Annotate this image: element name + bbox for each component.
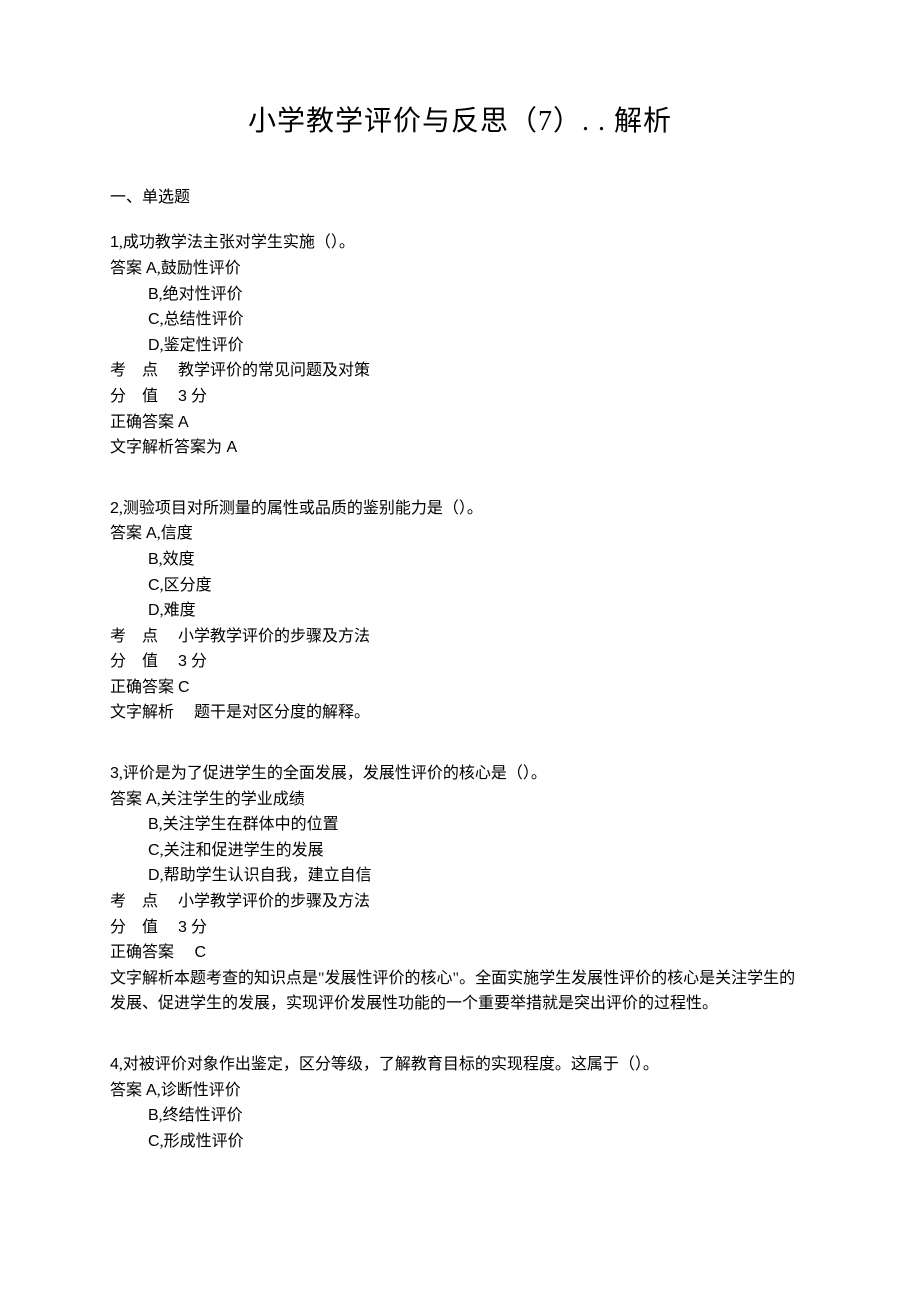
option-c: C,形成性评价 <box>110 1129 810 1155</box>
question-block: 4,对被评价对象作出鉴定，区分等级，了解教育目标的实现程度。这属于（）。 答案 … <box>110 1052 810 1154</box>
option-b: B,绝对性评价 <box>110 282 810 308</box>
question-block: 1,成功教学法主张对学生实施（）。 答案 A,鼓励性评价 B,绝对性评价 C,总… <box>110 230 810 460</box>
correct-answer-row: 正确答案 A <box>110 410 810 436</box>
analysis-row: 文字解析 题干是对区分度的解释。 <box>110 700 810 726</box>
option-d: D,难度 <box>110 598 810 624</box>
question-text: 4,对被评价对象作出鉴定，区分等级，了解教育目标的实现程度。这属于（）。 <box>110 1052 810 1078</box>
option-a: 答案 A,鼓励性评价 <box>110 256 810 282</box>
option-a: 答案 A,信度 <box>110 521 810 547</box>
option-d: D,帮助学生认识自我，建立自信 <box>110 863 810 889</box>
option-a: 答案 A,诊断性评价 <box>110 1078 810 1104</box>
option-c: C,关注和促进学生的发展 <box>110 838 810 864</box>
score-row: 分 值 3 分 <box>110 384 810 410</box>
question-block: 3,评价是为了促进学生的全面发展，发展性评价的核心是（）。 答案 A,关注学生的… <box>110 761 810 1017</box>
exam-point-row: 考 点 教学评价的常见问题及对策 <box>110 358 810 384</box>
correct-answer-row: 正确答案 C <box>110 675 810 701</box>
option-b: B,终结性评价 <box>110 1103 810 1129</box>
question-block: 2,测验项目对所测量的属性或品质的鉴别能力是（）。 答案 A,信度 B,效度 C… <box>110 496 810 726</box>
exam-point-row: 考 点 小学教学评价的步骤及方法 <box>110 624 810 650</box>
exam-point-row: 考 点 小学教学评价的步骤及方法 <box>110 889 810 915</box>
option-b: B,关注学生在群体中的位置 <box>110 812 810 838</box>
question-text: 3,评价是为了促进学生的全面发展，发展性评价的核心是（）。 <box>110 761 810 787</box>
analysis-row: 文字解析本题考查的知识点是"发展性评价的核心"。全面实施学生发展性评价的核心是关… <box>110 966 810 1017</box>
score-row: 分 值 3 分 <box>110 915 810 941</box>
document-title: 小学教学评价与反思（7）. . 解析 <box>110 100 810 145</box>
option-c: C,区分度 <box>110 573 810 599</box>
analysis-row: 文字解析答案为 A <box>110 435 810 461</box>
question-text: 2,测验项目对所测量的属性或品质的鉴别能力是（）。 <box>110 496 810 522</box>
section-header: 一、单选题 <box>110 185 810 211</box>
question-text: 1,成功教学法主张对学生实施（）。 <box>110 230 810 256</box>
score-row: 分 值 3 分 <box>110 649 810 675</box>
option-d: D,鉴定性评价 <box>110 333 810 359</box>
correct-answer-row: 正确答案 C <box>110 940 810 966</box>
option-c: C,总结性评价 <box>110 307 810 333</box>
option-a: 答案 A,关注学生的学业成绩 <box>110 787 810 813</box>
option-b: B,效度 <box>110 547 810 573</box>
